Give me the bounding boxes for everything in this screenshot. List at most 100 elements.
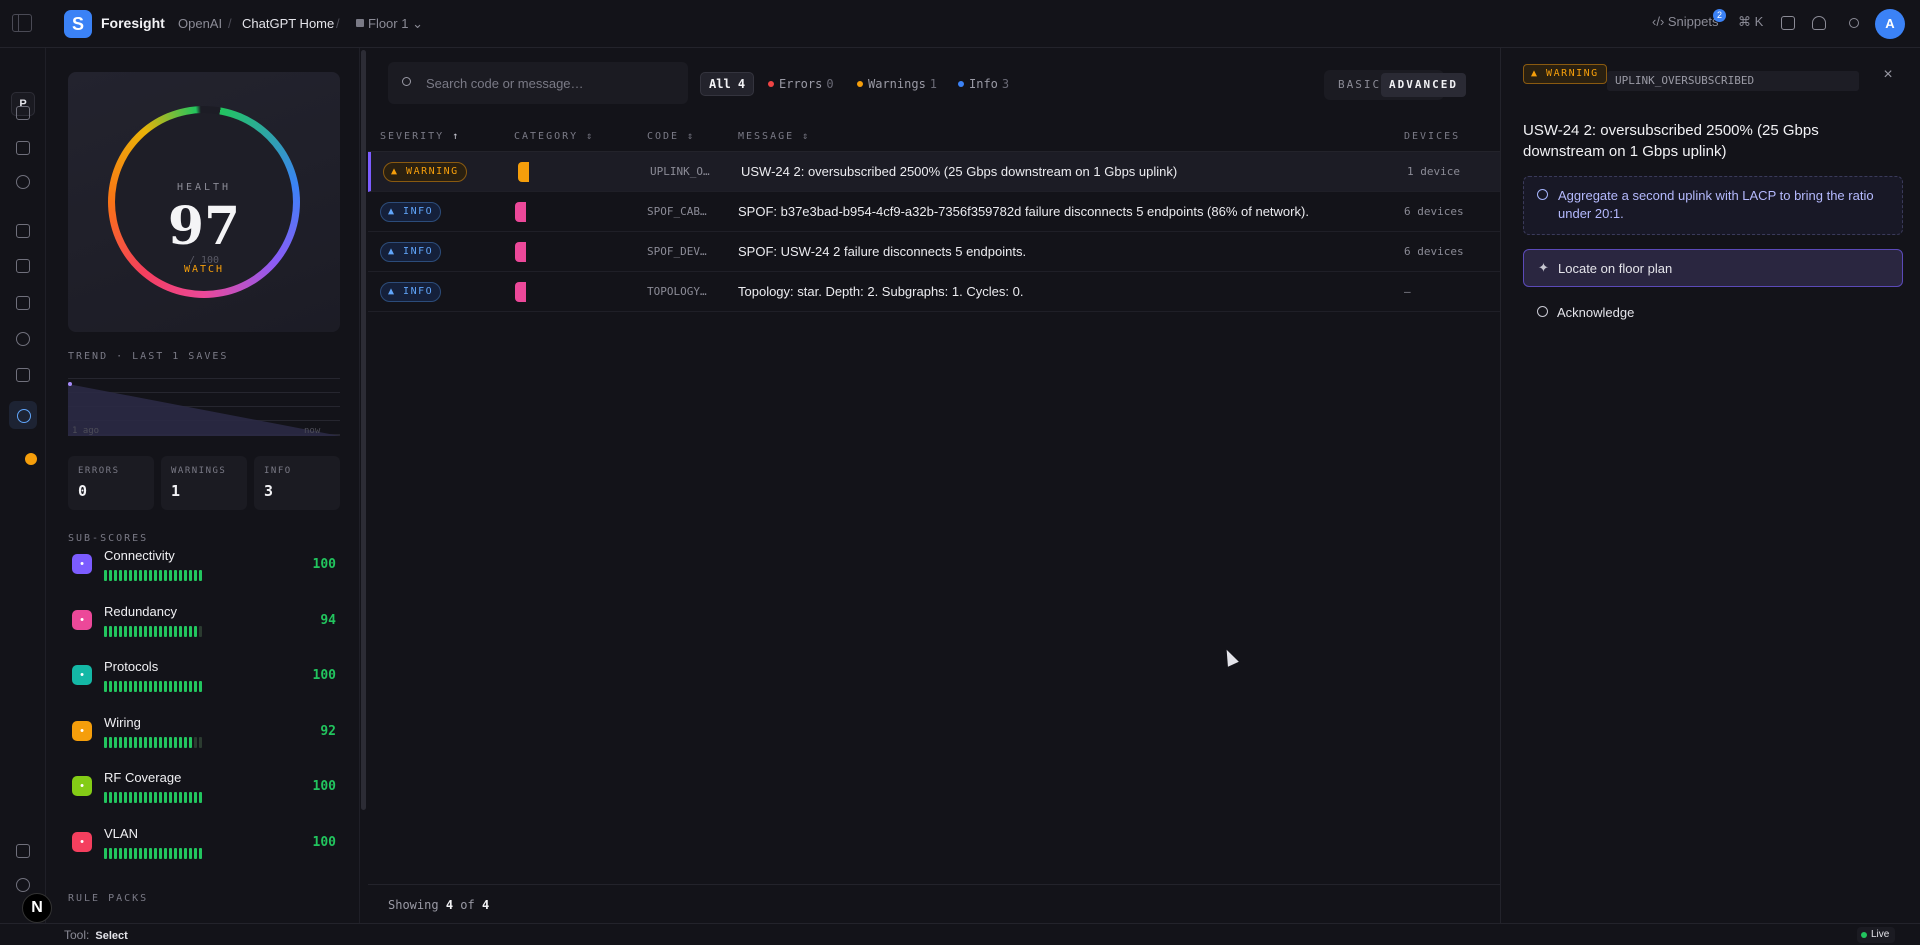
info-dot (958, 81, 964, 87)
bolt-icon: • (72, 554, 92, 574)
mode-advanced-button[interactable]: ADVANCED (1381, 73, 1466, 97)
filter-info[interactable]: Info 3 (950, 72, 1017, 96)
count-label: WARNINGS (171, 466, 227, 476)
table-row[interactable]: ▲ INFO SPOF_CAB… SPOF: b37e3bad-b954-4cf9-… (368, 192, 1500, 232)
subscore-name: VLAN (104, 826, 138, 841)
search-input[interactable] (426, 62, 681, 104)
subscore-value: 100 (312, 557, 336, 572)
subscore-bar (104, 681, 202, 692)
trend-label: TREND · LAST 1 SAVES (68, 351, 229, 362)
view-360-icon[interactable] (16, 141, 30, 155)
pencil-icon[interactable] (16, 106, 30, 120)
table-row[interactable]: ▲ WARNING UPLINK_O… USW-24 2: oversubscrib… (368, 152, 1500, 192)
subscore-row[interactable]: • Redundancy 94 (68, 604, 340, 648)
acknowledge-button[interactable]: Acknowledge (1523, 294, 1903, 332)
budget-icon[interactable] (16, 224, 30, 238)
count-value: 0 (78, 482, 88, 500)
column-devices[interactable]: DEVICES (1404, 131, 1460, 142)
issue-message: SPOF: b37e3bad-b954-4cf9-a32b-7356f35978… (738, 204, 1309, 219)
snippets-button[interactable]: ‹/› Snippets (1652, 14, 1718, 29)
remediation-hint: Aggregate a second uplink with LACP to b… (1523, 176, 1903, 235)
calendar-icon[interactable] (1781, 16, 1795, 30)
snippets-count-badge: 2 (1713, 9, 1726, 22)
sort-icon: ⇕ (802, 131, 811, 142)
subscore-row[interactable]: • VLAN 100 (68, 826, 340, 870)
locate-on-floor-plan-button[interactable]: ✦ Locate on floor plan (1523, 249, 1903, 287)
wifi-icon: • (72, 776, 92, 796)
filter-all[interactable]: All 4 (700, 72, 755, 96)
topology-icon[interactable] (16, 175, 30, 189)
subscore-row[interactable]: • Wiring 92 (68, 715, 340, 759)
trend-start-label: 1 ago (72, 426, 100, 436)
search-box[interactable] (388, 62, 688, 104)
subscore-bar (104, 792, 202, 803)
user-avatar[interactable]: A (1875, 9, 1905, 39)
results-count: Showing 4 of 4 (388, 898, 489, 912)
table-row[interactable]: ▲ INFO TOPOLOGY… Topology: star. Depth: 2.… (368, 272, 1500, 312)
breadcrumb-project[interactable]: ChatGPT Home (242, 16, 334, 31)
zoom-in-icon[interactable] (16, 878, 30, 892)
database-icon[interactable] (16, 296, 30, 310)
health-check-icon[interactable] (9, 401, 37, 429)
severity-badge: ▲ INFO (380, 282, 442, 302)
issue-message: SPOF: USW-24 2 failure disconnects 5 end… (738, 244, 1027, 259)
column-message[interactable]: MESSAGE ⇕ (738, 131, 810, 142)
breadcrumb-org[interactable]: OpenAI (178, 16, 222, 31)
checklist-icon[interactable] (16, 368, 30, 382)
count-value: 3 (264, 482, 274, 500)
close-icon[interactable]: × (1881, 67, 1895, 83)
issue-code: SPOF_DEV… (647, 245, 707, 258)
subscore-row[interactable]: • Connectivity 100 (68, 548, 340, 592)
subscore-value: 100 (312, 835, 336, 850)
column-category[interactable]: CATEGORY ⇕ (514, 131, 594, 142)
command-palette-button[interactable]: ⌘ K (1738, 14, 1763, 30)
subscore-value: 94 (320, 613, 336, 628)
filter-warnings[interactable]: Warnings 1 (849, 72, 945, 96)
table-row[interactable]: ▲ INFO SPOF_DEV… SPOF: USW-24 2 failure di… (368, 232, 1500, 272)
subscore-bar (104, 626, 202, 637)
team-icon[interactable] (16, 332, 30, 346)
app-brand: Foresight (101, 15, 165, 31)
count-label: INFO (264, 466, 292, 476)
filter-label: Errors (779, 77, 823, 91)
rule-packs-label: RULE PACKS (68, 893, 149, 904)
sort-icon: ⇕ (586, 131, 595, 142)
shield-icon: • (72, 610, 92, 630)
subscore-value: 100 (312, 668, 336, 683)
info-count-card: INFO 3 (254, 456, 340, 510)
network-icon: • (72, 832, 92, 852)
devices-icon[interactable] (16, 259, 30, 273)
column-label: CATEGORY (514, 131, 579, 142)
warnings-count-card: WARNINGS 1 (161, 456, 247, 510)
subscore-row[interactable]: • RF Coverage 100 (68, 770, 340, 814)
column-code[interactable]: CODE ⇕ (647, 131, 695, 142)
bell-icon[interactable] (1812, 16, 1826, 30)
table-footer: Showing 4 of 4 (368, 884, 1500, 923)
trend-sparkline (68, 382, 340, 436)
fit-view-icon[interactable] (16, 844, 30, 858)
cable-icon: • (72, 721, 92, 741)
subscore-row[interactable]: • Protocols 100 (68, 659, 340, 703)
filter-errors[interactable]: Errors 0 (760, 72, 842, 96)
subscore-name: Redundancy (104, 604, 177, 619)
error-dot (768, 81, 774, 87)
health-status: WATCH (183, 264, 225, 275)
detail-severity-badge: ▲ WARNING (1523, 64, 1607, 84)
severity-icon: ▲ (388, 286, 404, 297)
app-logo[interactable]: S (64, 10, 92, 38)
subscore-bar (104, 737, 202, 748)
severity-badge: ▲ INFO (380, 202, 442, 222)
sidebar-toggle-icon[interactable] (12, 14, 32, 32)
category-icon (515, 242, 526, 262)
column-severity[interactable]: SEVERITY ↑ (380, 131, 460, 142)
floor-selector[interactable]: Floor 1 ⌄ (356, 16, 423, 32)
footer-prefix: Showing (388, 898, 439, 912)
detail-code: UPLINK_OVERSUBSCRIBED (1607, 71, 1859, 91)
layers-icon: • (72, 665, 92, 685)
panel-scrollbar[interactable] (361, 50, 366, 810)
subscore-bar (104, 848, 202, 859)
theme-toggle-icon[interactable] (1849, 18, 1859, 28)
count-label: ERRORS (78, 466, 120, 476)
footer-shown: 4 (445, 898, 454, 912)
severity-label: INFO (403, 246, 434, 257)
